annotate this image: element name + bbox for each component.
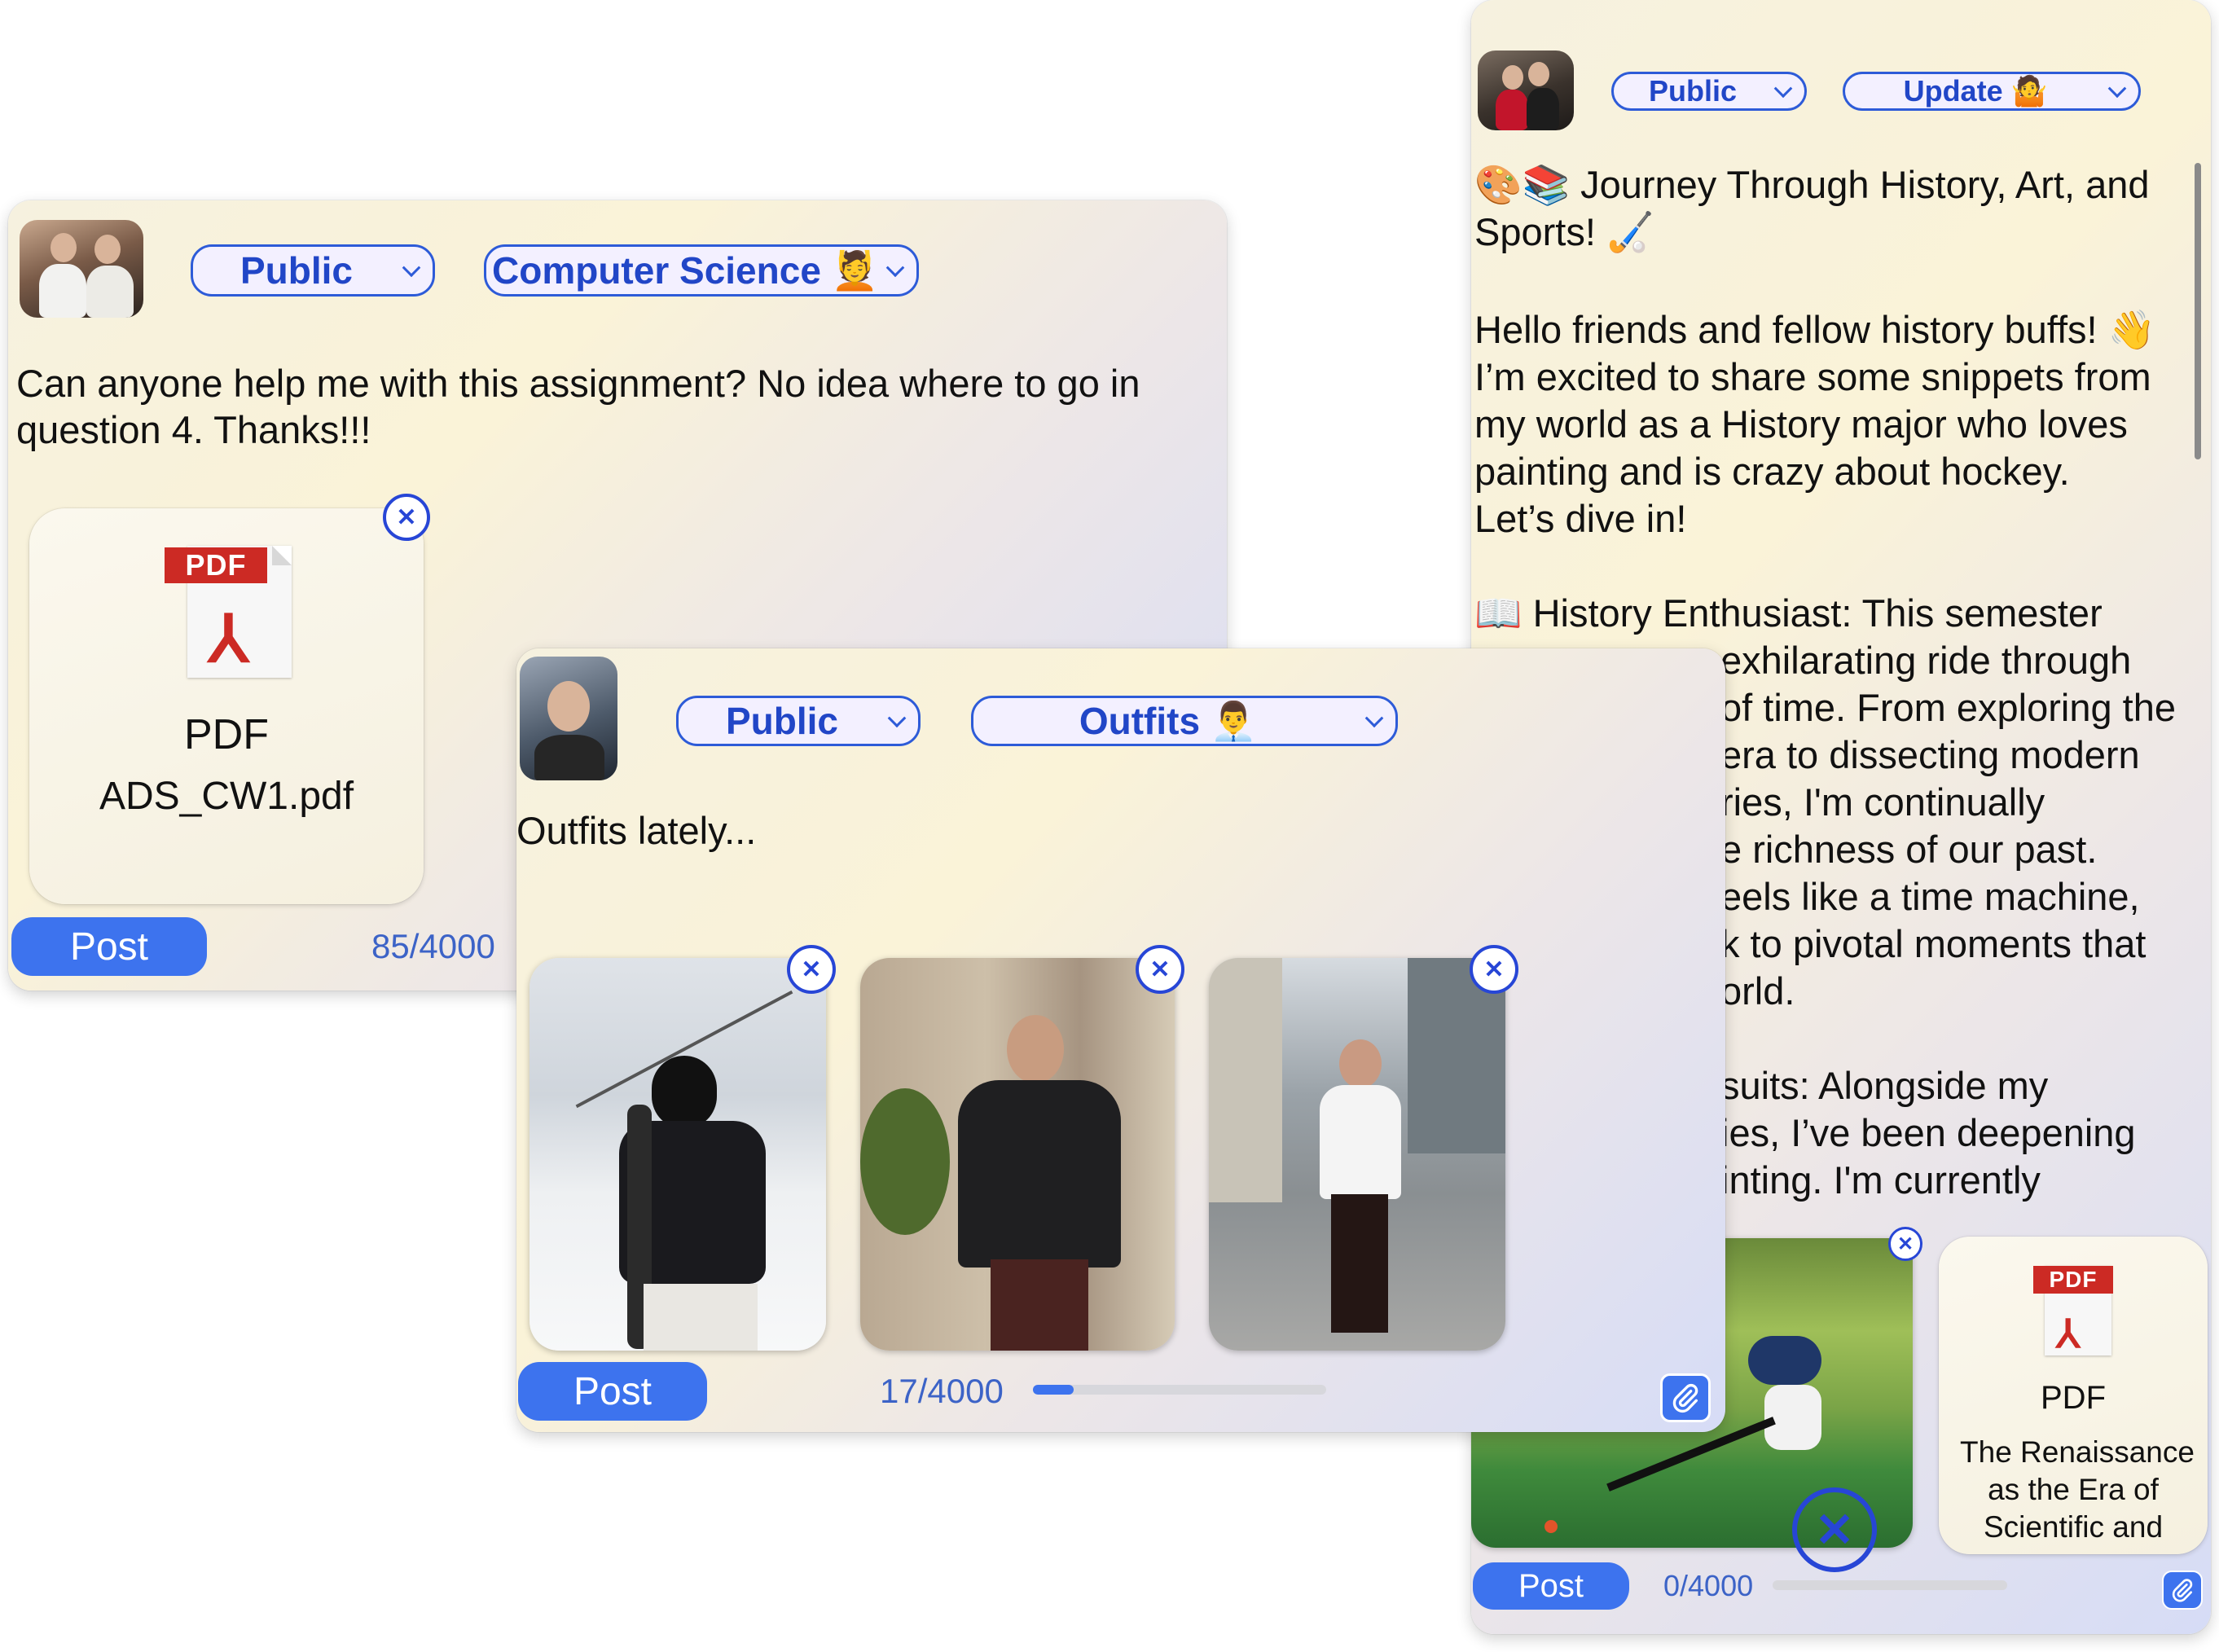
post-paragraph-line: inting. I'm currently	[1720, 1158, 2041, 1202]
avatar	[1478, 51, 1574, 130]
visibility-select[interactable]: Public	[191, 244, 435, 297]
attachment-title-line: Scientific and	[1983, 1510, 2164, 1544]
post-paragraph-line: 📖 History Enthusiast: This semester	[1474, 591, 2103, 635]
paperclip-icon[interactable]	[2162, 1571, 2203, 1610]
person	[1320, 1085, 1401, 1199]
category-select-label: Update 🤷	[1903, 74, 2048, 108]
attachment-type-label: PDF	[2041, 1380, 2106, 1416]
attachment-title-line: as the Era of	[1988, 1473, 2159, 1506]
character-progress-fill	[1033, 1385, 1074, 1395]
chevron-down-icon	[2107, 79, 2127, 99]
post-paragraph-line: Let’s dive in!	[1474, 497, 1687, 540]
post-paragraph-line: of time. From exploring the	[1720, 686, 2176, 729]
post-paragraph-line: suits: Alongside my	[1720, 1064, 2049, 1107]
remove-attachment-button[interactable]: ✕	[1792, 1487, 1877, 1572]
paperclip-icon[interactable]	[1660, 1373, 1711, 1422]
post-button[interactable]: Post	[518, 1362, 707, 1421]
visibility-select-label: Public	[239, 249, 354, 292]
post-paragraph-line: ies, I’ve been deepening	[1720, 1111, 2136, 1154]
ball	[1545, 1520, 1558, 1533]
person	[958, 1080, 1121, 1268]
person	[1339, 1039, 1382, 1088]
character-counter: 17/4000	[880, 1372, 1004, 1410]
attachment-image-coat[interactable]	[860, 958, 1175, 1351]
person	[991, 1259, 1088, 1351]
post-button[interactable]: Post	[11, 917, 207, 976]
post-paragraph-line: era to dissecting modern	[1720, 733, 2140, 776]
post-paragraph-line: painting and is crazy about hockey.	[1474, 450, 2070, 493]
attachment-title-line: The Renaissance	[1960, 1435, 2195, 1469]
category-select[interactable]: Computer Science 💆	[484, 244, 919, 297]
building	[1209, 958, 1282, 1202]
character-counter: 85/4000	[371, 927, 495, 965]
player	[1748, 1336, 1821, 1385]
avatar	[20, 220, 143, 318]
chevron-down-icon	[1364, 709, 1384, 728]
remove-attachment-button[interactable]: ✕	[383, 494, 430, 541]
category-select[interactable]: Outfits 👨‍💼	[971, 696, 1398, 746]
remove-attachment-button[interactable]: ✕	[1136, 945, 1184, 994]
chevron-down-icon	[885, 258, 905, 278]
post-text[interactable]: Outfits lately...	[516, 808, 756, 853]
character-progress-bar	[1773, 1580, 2007, 1590]
chevron-down-icon	[1773, 79, 1793, 99]
remove-attachment-button[interactable]: ✕	[1888, 1227, 1922, 1261]
plant	[860, 1088, 950, 1235]
post-paragraph-line: Hello friends and fellow history buffs! …	[1474, 308, 2156, 351]
remove-attachment-button[interactable]: ✕	[787, 945, 836, 994]
attachment-type-label: PDF	[184, 711, 269, 758]
post-paragraph-line: eels like a time machine,	[1720, 875, 2140, 918]
category-select-label: Outfits 👨‍💼	[1079, 699, 1258, 742]
person	[652, 1056, 717, 1129]
attachment-pdf-renaissance[interactable]: ⅄ PDF PDF The Renaissance as the Era of …	[1939, 1237, 2208, 1554]
visibility-select-label: Public	[1648, 74, 1738, 108]
post-paragraph-line: k to pivotal moments that	[1720, 922, 2146, 965]
category-select[interactable]: Update 🤷	[1843, 72, 2141, 111]
chevron-down-icon	[402, 258, 421, 278]
post-paragraph-line: exhilarating ride through	[1720, 639, 2132, 682]
post-paragraph-line: my world as a History major who loves	[1474, 402, 2128, 446]
post-title-line: Sports! 🏑	[1474, 210, 1654, 253]
post-paragraph-line: ries, I'm continually	[1720, 780, 2045, 824]
character-progress-bar	[1033, 1385, 1326, 1395]
character-counter: 0/4000	[1663, 1569, 1754, 1602]
attachment-filename: ADS_CW1.pdf	[99, 775, 354, 818]
visibility-select-label: Public	[725, 700, 839, 742]
post-title-line: 🎨📚 Journey Through History, Art, and	[1474, 163, 2150, 206]
text-scrollbar[interactable]	[2195, 163, 2201, 459]
post-paragraph-line: I’m excited to share some snippets from	[1474, 355, 2151, 398]
visibility-select[interactable]: Public	[676, 696, 921, 746]
person	[1331, 1194, 1388, 1333]
category-select-label: Computer Science 💆	[492, 248, 878, 292]
post-button[interactable]: Post	[1473, 1562, 1629, 1610]
post-paragraph-line: orld.	[1720, 969, 1795, 1013]
avatar	[520, 657, 617, 780]
pdf-badge: PDF	[2033, 1266, 2113, 1294]
post-paragraph-line: e richness of our past.	[1720, 828, 2098, 871]
chevron-down-icon	[887, 709, 907, 728]
person	[1007, 1015, 1064, 1083]
remove-attachment-button[interactable]: ✕	[1470, 945, 1518, 994]
attachment-image-ski[interactable]	[529, 958, 826, 1351]
post-composer-outfits: Public Outfits 👨‍💼 Outfits lately... ✕ ✕…	[516, 648, 1725, 1432]
person	[644, 1284, 758, 1351]
post-text[interactable]: Can anyone help me with this assignment?…	[16, 360, 1214, 453]
attachment-pdf[interactable]: ⅄ PDF PDF ADS_CW1.pdf	[29, 508, 424, 904]
attachment-image-street[interactable]	[1209, 958, 1505, 1351]
visibility-select[interactable]: Public	[1611, 72, 1807, 111]
pdf-badge: PDF	[165, 547, 267, 583]
